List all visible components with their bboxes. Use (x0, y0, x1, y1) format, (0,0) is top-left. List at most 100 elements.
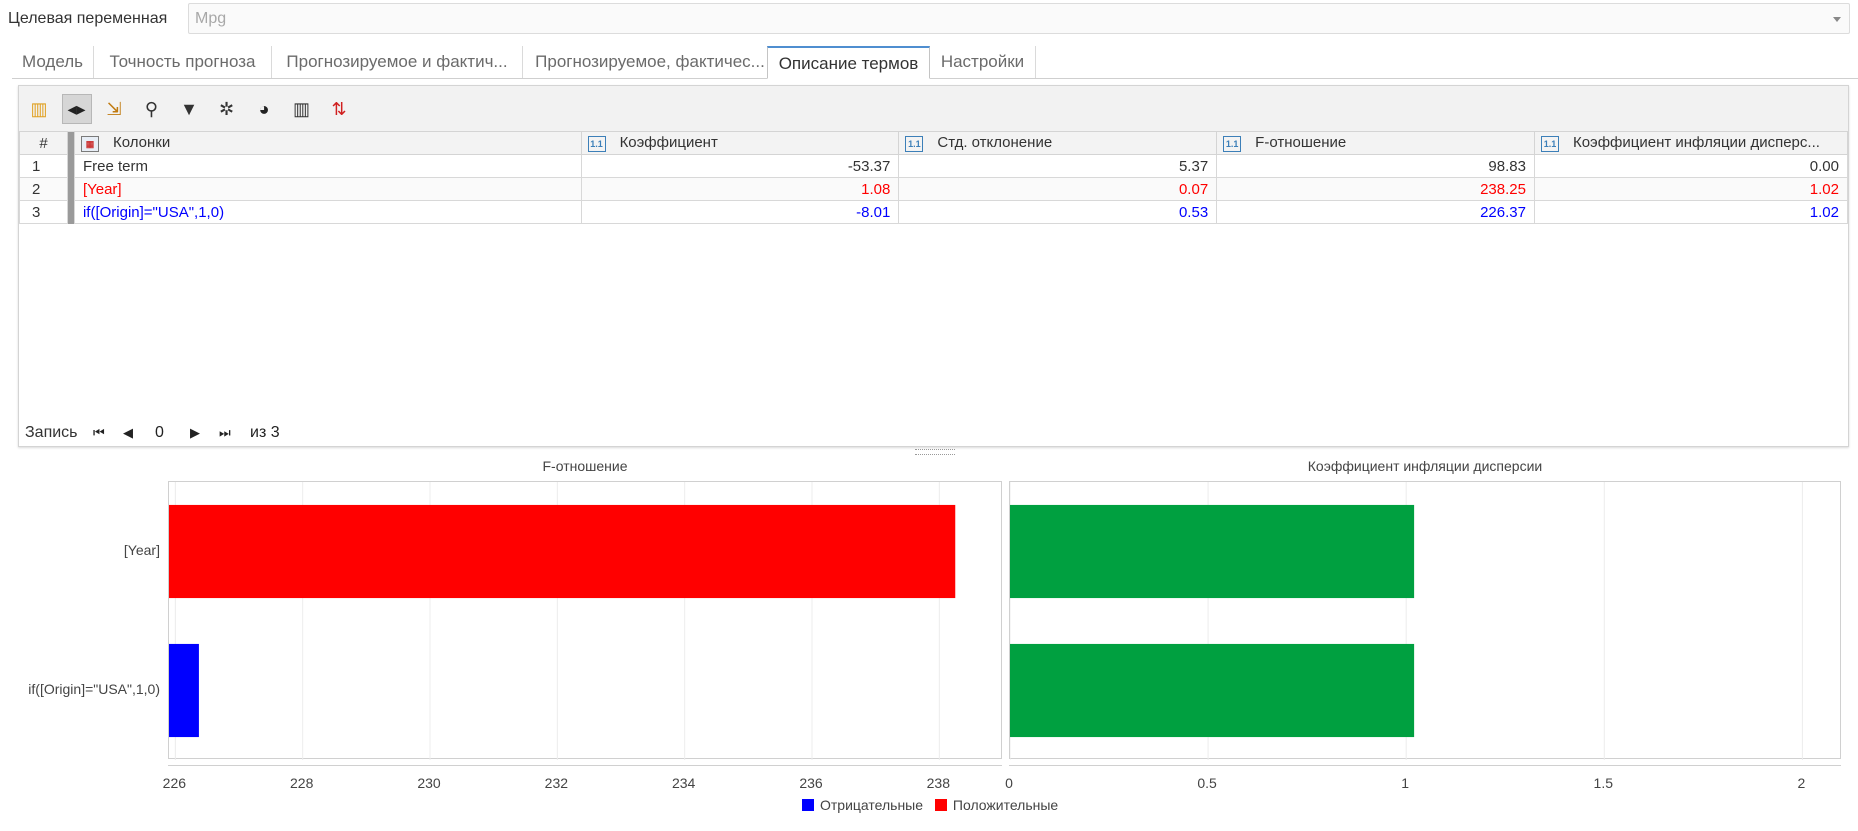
col-header-index[interactable]: # (19, 131, 68, 155)
legend-item-positive[interactable]: Положительные (934, 797, 1059, 813)
cell-std: 0.53 (898, 200, 1218, 224)
chart-legend: Отрицательные Положительные (802, 797, 1058, 815)
legend-swatch-positive (934, 799, 947, 811)
tab-forecast-accuracy[interactable]: Точность прогноза (94, 46, 272, 78)
next-record-icon[interactable]: ▶ (190, 423, 200, 443)
tab-predicted-vs-actual[interactable]: Прогнозируемое и фактич... (272, 46, 523, 78)
find-icon[interactable]: ⚲ (137, 94, 167, 124)
chart-f-ratio-plot (168, 481, 1002, 760)
cell-index: 3 (19, 200, 68, 224)
column-type-icon: ▦ (80, 135, 99, 152)
x-tick-label: 232 (544, 775, 569, 791)
terms-table: # ▦ Колонки 1.1 Коэффициент 1.1 Стд. отклон… (19, 131, 1849, 224)
legend-label-negative: Отрицательные (820, 797, 924, 813)
fit-columns-icon[interactable]: ◂▸ (61, 94, 92, 124)
col-header-f-ratio-label: F-отношение (1255, 134, 1347, 152)
tab-bar: Модель Точность прогноза Прогнозируемое … (12, 46, 1858, 79)
x-tick-label: 238 (926, 775, 950, 791)
x-tick-label: 228 (290, 775, 314, 791)
row-grip (67, 200, 75, 224)
col-header-columns[interactable]: ▦ Колонки (73, 131, 582, 155)
y-category-label: if([Origin]="USA",1,0) (28, 680, 160, 697)
table-header-row: # ▦ Колонки 1.1 Коэффициент 1.1 Стд. отклон… (19, 131, 1849, 155)
cell-std: 0.07 (898, 177, 1218, 201)
cell-column-name: Free term (73, 154, 582, 178)
chevron-down-icon[interactable] (1833, 17, 1841, 22)
columns-icon[interactable]: ▥ (24, 94, 54, 124)
settings-icon[interactable]: ✲ (212, 94, 242, 124)
x-tick-label: 2 (1797, 775, 1806, 791)
x-tick-label: 230 (417, 775, 441, 791)
col-header-coefficient-label: Коэффициент (619, 134, 718, 152)
prev-record-icon[interactable]: ◀ (123, 423, 133, 443)
tab-settings[interactable]: Настройки (930, 46, 1036, 78)
sort-icon[interactable]: ⇅ (324, 94, 354, 124)
bar-chart-icon[interactable]: ▥ (287, 94, 317, 124)
cell-coefficient: 1.08 (580, 177, 900, 201)
legend-label-positive: Положительные (952, 797, 1059, 813)
bar-origin-usa[interactable] (1010, 643, 1415, 738)
table-row[interactable]: 2 [Year] 1.08 0.07 238.25 1.02 (19, 177, 1849, 201)
palette-icon[interactable]: ◕ (249, 94, 279, 124)
x-tick-label: 0.5 (1197, 775, 1217, 791)
col-header-std[interactable]: 1.1 Стд. отклонение (898, 131, 1218, 155)
bar-year[interactable] (1010, 504, 1415, 599)
last-record-icon[interactable]: ⏭ (219, 423, 231, 443)
cell-column-name: if([Origin]="USA",1,0) (73, 200, 582, 224)
tab-term-description[interactable]: Описание термов (767, 46, 930, 79)
y-category-label: [Year] (123, 541, 160, 558)
current-record[interactable]: 0 (155, 423, 164, 443)
record-pager: Запись ⏮ ◀ 0 ▶ ⏭ из 3 (25, 423, 325, 443)
bar-year[interactable] (169, 504, 956, 599)
col-header-vif-label: Коэффициент инфляции дисперс... (1572, 134, 1820, 152)
cell-vif: 1.02 (1533, 177, 1849, 201)
chart-f-ratio-title: F-отношение (542, 458, 628, 474)
grid-toolbar: ▥ ◂▸ ⇲ ⚲ ▼ ✲ ◕ ▥ ⇅ (19, 86, 1848, 132)
col-header-coefficient[interactable]: 1.1 Коэффициент (580, 131, 900, 155)
tab-predicted-actual-2[interactable]: Прогнозируемое, фактичес... (523, 46, 778, 78)
cell-column-name: [Year] (73, 177, 582, 201)
cell-index: 1 (19, 154, 68, 178)
tab-model[interactable]: Модель (12, 46, 94, 78)
numeric-type-icon: 1.1 (905, 135, 924, 152)
legend-item-negative[interactable]: Отрицательные (802, 797, 923, 813)
col-header-vif[interactable]: 1.1 Коэффициент инфляции дисперс... (1533, 131, 1849, 155)
cell-f-ratio: 98.83 (1216, 154, 1535, 178)
numeric-type-icon: 1.1 (1223, 135, 1242, 152)
x-tick-label: 234 (671, 775, 696, 791)
x-tick-label: 236 (799, 775, 823, 791)
chart-vif-plot (1009, 481, 1841, 760)
numeric-type-icon: 1.1 (1540, 135, 1559, 152)
legend-swatch-negative (802, 799, 814, 811)
target-variable-select[interactable]: Mpg (188, 3, 1850, 34)
header-grip (67, 131, 75, 155)
table-row[interactable]: 3 if([Origin]="USA",1,0) -8.01 0.53 226.… (19, 200, 1849, 224)
target-variable-value: Mpg (195, 10, 227, 27)
x-tick-label: 226 (162, 775, 187, 791)
filter-icon[interactable]: ▼ (174, 94, 204, 124)
cell-vif: 0.00 (1533, 154, 1849, 178)
x-tick-label: 1.5 (1593, 775, 1614, 791)
first-record-icon[interactable]: ⏮ (93, 423, 105, 443)
col-header-f-ratio[interactable]: 1.1 F-отношение (1216, 131, 1535, 155)
x-axis-line (1009, 765, 1841, 766)
table-row[interactable]: 1 Free term -53.37 5.37 98.83 0.00 (19, 154, 1849, 178)
cell-index: 2 (19, 177, 68, 201)
x-tick-label: 1 (1401, 775, 1410, 791)
cell-f-ratio: 238.25 (1216, 177, 1535, 201)
row-grip (67, 154, 75, 178)
x-tick-label: 0 (1005, 775, 1013, 791)
target-variable-label: Целевая переменная (8, 10, 168, 27)
cell-coefficient: -53.37 (580, 154, 900, 178)
cell-f-ratio: 226.37 (1216, 200, 1535, 224)
cell-vif: 1.02 (1533, 200, 1849, 224)
clear-sort-icon[interactable]: ⇲ (99, 94, 129, 124)
chart-vif-title: Коэффициент инфляции дисперсии (1307, 458, 1543, 474)
record-count: из 3 (250, 424, 280, 441)
row-grip (67, 177, 75, 201)
numeric-type-icon: 1.1 (587, 135, 606, 152)
panel-splitter[interactable] (915, 449, 955, 455)
cell-coefficient: -8.01 (580, 200, 900, 224)
bar-origin-usa[interactable] (169, 643, 199, 738)
terms-grid-panel: ▥ ◂▸ ⇲ ⚲ ▼ ✲ ◕ ▥ ⇅ # ▦ Колонки 1.1 Коэффициент 1.1… (18, 85, 1849, 447)
